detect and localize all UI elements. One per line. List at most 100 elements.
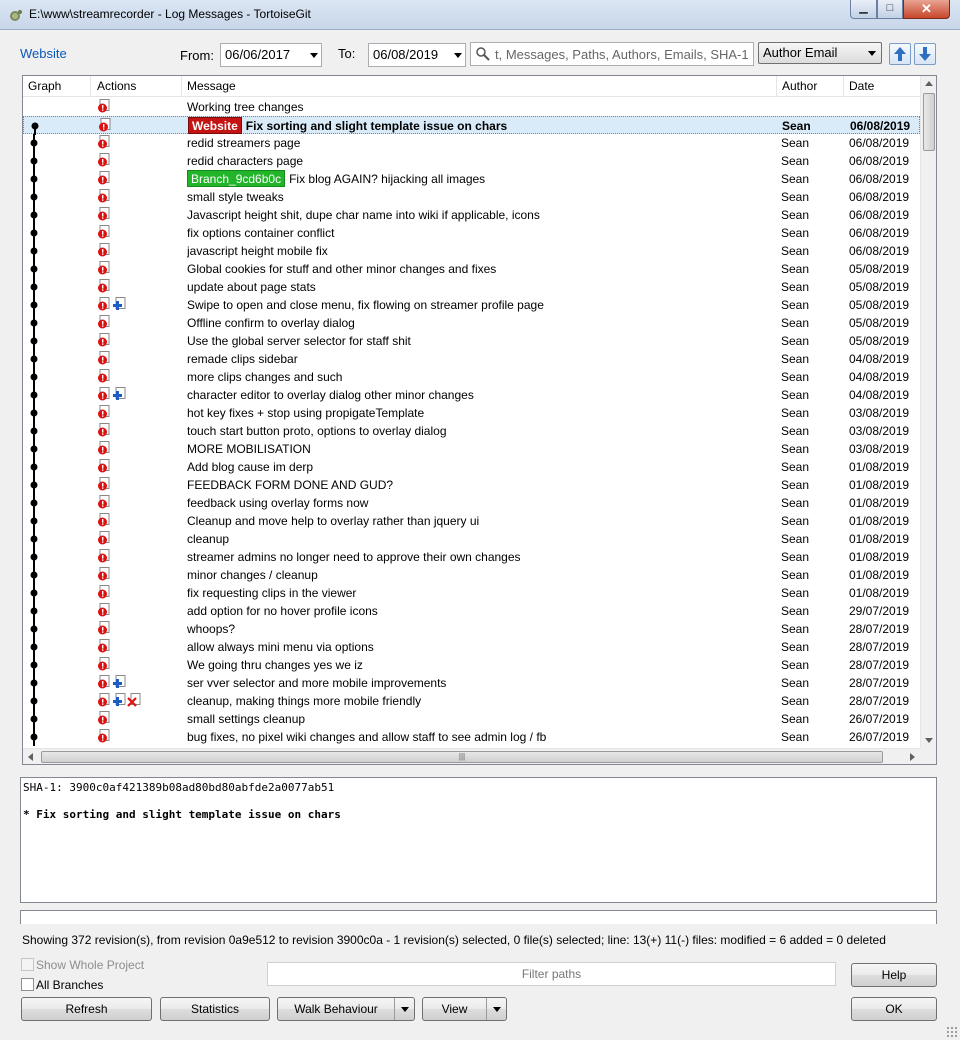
log-row[interactable]: touch start button proto, options to ove…: [23, 422, 920, 440]
commit-message: remade clips sidebar: [187, 350, 777, 368]
log-row[interactable]: Branch_9cd6b0c Fix blog AGAIN? hijacking …: [23, 170, 920, 188]
ok-button[interactable]: OK: [851, 997, 937, 1021]
scroll-left-icon[interactable]: [28, 753, 33, 761]
commit-message-label: MORE MOBILISATION: [187, 442, 311, 456]
scroll-thumb[interactable]: |||: [41, 751, 883, 763]
log-list[interactable]: Graph Actions Message Author Date Workin…: [22, 75, 937, 765]
show-whole-project-checkbox[interactable]: [21, 958, 34, 971]
log-row[interactable]: Cleanup and move help to overlay rather …: [23, 512, 920, 530]
commit-actions: [97, 333, 177, 349]
log-row[interactable]: small settings cleanup Sean 26/07/2019: [23, 710, 920, 728]
search-icon[interactable]: [475, 46, 491, 62]
commit-graph-node: [23, 314, 93, 332]
log-row[interactable]: We going thru changes yes we iz Sean 28/07…: [23, 656, 920, 674]
current-branch-link[interactable]: Website: [20, 46, 67, 61]
log-row[interactable]: Website Fix sorting and slight template i…: [23, 116, 920, 135]
column-header-message[interactable]: Message: [182, 76, 777, 97]
commit-message: allow always mini menu via options: [187, 638, 777, 656]
help-button[interactable]: Help: [851, 963, 937, 987]
commit-actions: [97, 225, 177, 241]
log-row[interactable]: update about page stats Sean 05/08/2019: [23, 278, 920, 296]
chevron-down-icon[interactable]: [394, 998, 414, 1020]
refresh-button[interactable]: Refresh: [21, 997, 152, 1021]
log-row[interactable]: Working tree changes: [23, 98, 920, 116]
filter-paths-input[interactable]: Filter paths: [267, 962, 836, 986]
commit-author: Sean: [781, 154, 810, 168]
minimize-button[interactable]: ▁: [850, 0, 877, 19]
log-row[interactable]: Add blog cause im derp Sean 01/08/2019: [23, 458, 920, 476]
log-row[interactable]: fix requesting clips in the viewer Sean 01…: [23, 584, 920, 602]
modified-files-icon: [97, 621, 112, 637]
log-row[interactable]: bug fixes, no pixel wiki changes and all…: [23, 728, 920, 746]
scroll-up-icon[interactable]: [925, 81, 933, 86]
commit-actions: [97, 477, 177, 493]
all-branches-label: All Branches: [36, 978, 104, 992]
log-row[interactable]: small style tweaks Sean 06/08/2019: [23, 188, 920, 206]
log-row[interactable]: allow always mini menu via options Sean 28…: [23, 638, 920, 656]
log-row[interactable]: remade clips sidebar Sean 04/08/2019: [23, 350, 920, 368]
modified-files-icon: [97, 513, 112, 529]
maximize-button[interactable]: □: [877, 0, 903, 19]
log-row[interactable]: character editor to overlay dialog other…: [23, 386, 920, 404]
chevron-down-icon[interactable]: [486, 998, 506, 1020]
commit-author: Sean: [781, 262, 810, 276]
commit-date: 06/08/2019: [849, 154, 910, 168]
column-header-graph[interactable]: Graph: [23, 76, 91, 97]
commit-date: 06/08/2019: [849, 208, 910, 222]
resize-grip[interactable]: [946, 1026, 958, 1038]
log-row[interactable]: redid characters page Sean 06/08/2019: [23, 152, 920, 170]
log-row[interactable]: Javascript height shit, dupe char name i…: [23, 206, 920, 224]
log-row[interactable]: Swipe to open and close menu, fix flowin…: [23, 296, 920, 314]
view-button[interactable]: View: [422, 997, 507, 1021]
commit-graph-node: [23, 620, 93, 638]
log-row[interactable]: redid streamers page Sean 06/08/2019: [23, 134, 920, 152]
from-date-value: 06/06/2017: [225, 47, 291, 62]
to-date-picker[interactable]: 06/08/2019: [368, 43, 466, 67]
next-button[interactable]: [914, 43, 936, 65]
commit-graph-node: [23, 296, 93, 314]
horizontal-scrollbar[interactable]: |||: [23, 748, 920, 764]
log-row[interactable]: add option for no hover profile icons Sea…: [23, 602, 920, 620]
statistics-button[interactable]: Statistics: [160, 997, 270, 1021]
log-row[interactable]: streamer admins no longer need to approv…: [23, 548, 920, 566]
column-header-date[interactable]: Date: [844, 76, 920, 97]
log-row[interactable]: minor changes / cleanup Sean 01/08/2019: [23, 566, 920, 584]
search-input[interactable]: t, Messages, Paths, Authors, Emails, SHA…: [470, 42, 754, 66]
log-row[interactable]: more clips changes and such Sean 04/08/201…: [23, 368, 920, 386]
commit-message: fix options container conflict: [187, 224, 777, 242]
arrow-up-icon: [894, 47, 906, 61]
log-row[interactable]: Offline confirm to overlay dialog Sean 05/…: [23, 314, 920, 332]
log-row[interactable]: fix options container conflict Sean 06/08/…: [23, 224, 920, 242]
log-row[interactable]: feedback using overlay forms now Sean 01/0…: [23, 494, 920, 512]
column-header-actions[interactable]: Actions: [92, 76, 182, 97]
commit-actions: [97, 657, 177, 673]
commit-message-panel[interactable]: SHA-1: 3900c0af421389b08ad80bd80abfde2a0…: [20, 777, 937, 903]
log-row[interactable]: FEEDBACK FORM DONE AND GUD? Sean 01/08/201…: [23, 476, 920, 494]
changed-files-list[interactable]: [20, 910, 937, 924]
close-button[interactable]: ✕: [903, 0, 950, 19]
previous-button[interactable]: [889, 43, 911, 65]
commit-actions: [97, 189, 177, 205]
all-branches-checkbox[interactable]: [21, 978, 34, 991]
commit-message-label: more clips changes and such: [187, 370, 343, 384]
log-row[interactable]: MORE MOBILISATION Sean 03/08/2019: [23, 440, 920, 458]
log-row[interactable]: whoops? Sean 28/07/2019: [23, 620, 920, 638]
log-row[interactable]: Use the global server selector for staff…: [23, 332, 920, 350]
scroll-thumb[interactable]: [923, 93, 935, 151]
commit-date: 05/08/2019: [849, 298, 910, 312]
scroll-right-icon[interactable]: [910, 753, 915, 761]
log-row[interactable]: javascript height mobile fix Sean 06/08/20…: [23, 242, 920, 260]
log-row[interactable]: Global cookies for stuff and other minor…: [23, 260, 920, 278]
column-header-author[interactable]: Author: [777, 76, 844, 97]
log-row[interactable]: ser vver selector and more mobile improv…: [23, 674, 920, 692]
log-row[interactable]: cleanup Sean 01/08/2019: [23, 530, 920, 548]
vertical-scrollbar[interactable]: [920, 76, 936, 748]
log-row[interactable]: cleanup, making things more mobile frien…: [23, 692, 920, 710]
scroll-down-icon[interactable]: [925, 738, 933, 743]
commit-graph-node: [23, 188, 93, 206]
from-date-picker[interactable]: 06/06/2017: [220, 43, 322, 67]
filter-field-select[interactable]: Author Email: [758, 42, 882, 64]
commit-message: more clips changes and such: [187, 368, 777, 386]
log-row[interactable]: hot key fixes + stop using propigateTemp…: [23, 404, 920, 422]
walk-behaviour-button[interactable]: Walk Behaviour: [277, 997, 415, 1021]
